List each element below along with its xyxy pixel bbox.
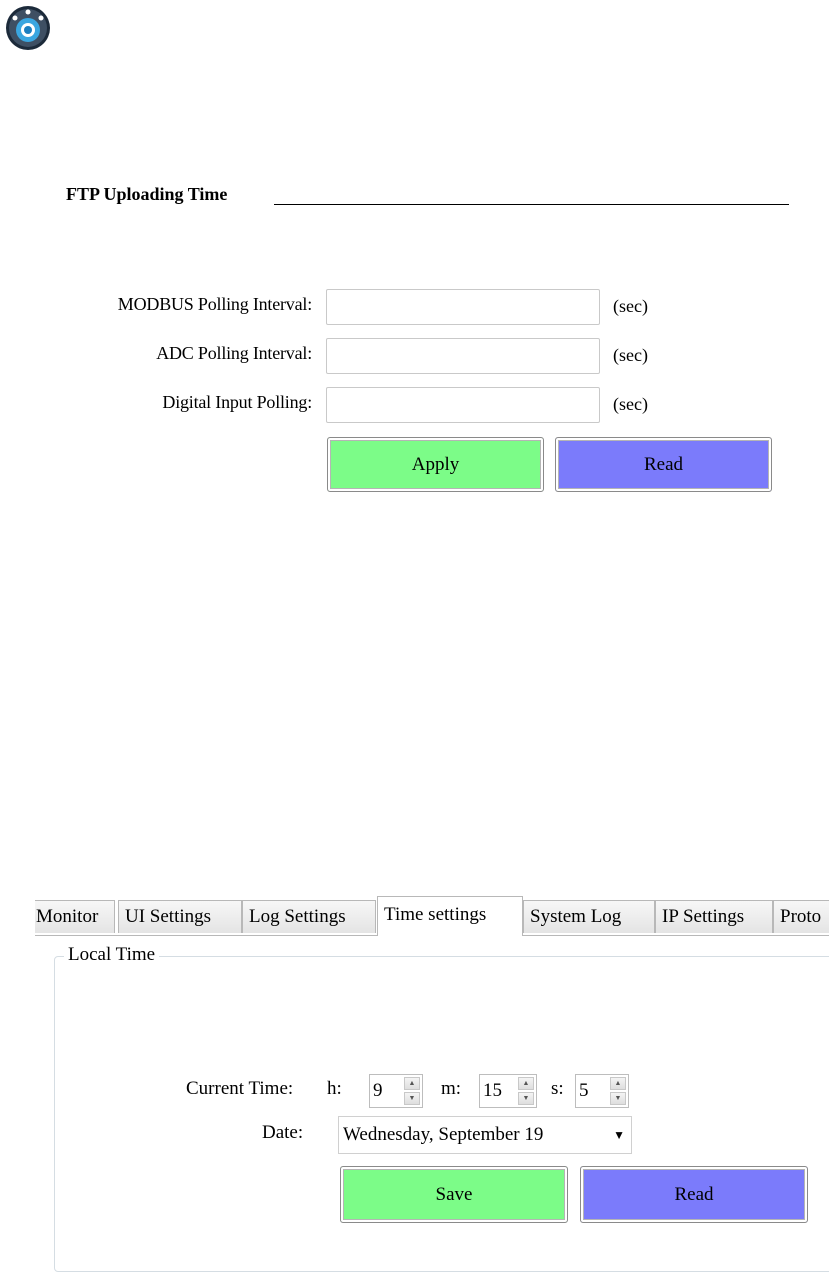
current-time-label: Current Time: [186, 1078, 294, 1099]
second-value: 5 [579, 1080, 589, 1101]
second-spinner[interactable]: 5 ▲ ▼ [575, 1074, 629, 1108]
modbus-polling-unit: (sec) [613, 296, 648, 316]
app-logo-icon [4, 4, 52, 52]
minute-label: m: [441, 1078, 462, 1099]
hour-label: h: [327, 1078, 342, 1099]
tab-system-log[interactable]: System Log [523, 900, 655, 933]
apply-button[interactable]: Apply [327, 437, 544, 492]
tab-protocol[interactable]: Proto [773, 900, 829, 933]
tab-strip: Monitor UI Settings Log Settings Time se… [35, 896, 829, 938]
adc-polling-label: ADC Polling Interval: [156, 343, 312, 363]
spin-down-arrow-icon[interactable]: ▼ [518, 1092, 534, 1105]
local-time-groupbox [54, 956, 829, 1272]
save-button[interactable]: Save [340, 1166, 568, 1223]
digital-input-polling-label: Digital Input Polling: [162, 392, 312, 412]
spin-down-arrow-icon[interactable]: ▼ [404, 1092, 420, 1105]
spin-up-arrow-icon[interactable]: ▲ [518, 1077, 534, 1090]
minute-spinner[interactable]: 15 ▲ ▼ [479, 1074, 537, 1108]
hour-spinner[interactable]: 9 ▲ ▼ [369, 1074, 423, 1108]
digital-input-polling-input[interactable] [326, 387, 600, 423]
digital-input-polling-unit: (sec) [613, 394, 648, 414]
tab-monitor[interactable]: Monitor [35, 900, 115, 933]
tab-ui-settings[interactable]: UI Settings [118, 900, 242, 933]
spin-down-arrow-icon[interactable]: ▼ [610, 1092, 626, 1105]
modbus-polling-input[interactable] [326, 289, 600, 325]
read-button[interactable]: Read [555, 437, 772, 492]
spin-up-arrow-icon[interactable]: ▲ [404, 1077, 420, 1090]
section-divider [274, 204, 789, 205]
hour-value: 9 [373, 1080, 383, 1101]
date-label: Date: [262, 1122, 304, 1143]
time-read-button[interactable]: Read [580, 1166, 808, 1223]
tab-ip-settings[interactable]: IP Settings [655, 900, 773, 933]
date-picker[interactable]: Wednesday, September 19 ▼ [338, 1116, 632, 1154]
minute-value: 15 [483, 1080, 502, 1101]
adc-polling-unit: (sec) [613, 345, 648, 365]
tab-time-settings[interactable]: Time settings [377, 896, 523, 936]
adc-polling-input[interactable] [326, 338, 600, 374]
chevron-down-icon[interactable]: ▼ [613, 1117, 625, 1153]
date-value: Wednesday, September 19 [343, 1124, 544, 1145]
tab-log-settings[interactable]: Log Settings [242, 900, 376, 933]
spin-up-arrow-icon[interactable]: ▲ [610, 1077, 626, 1090]
section-title-ftp: FTP Uploading Time [66, 184, 228, 204]
local-time-legend: Local Time [64, 944, 160, 966]
modbus-polling-label: MODBUS Polling Interval: [117, 294, 312, 314]
second-label: s: [551, 1078, 564, 1099]
